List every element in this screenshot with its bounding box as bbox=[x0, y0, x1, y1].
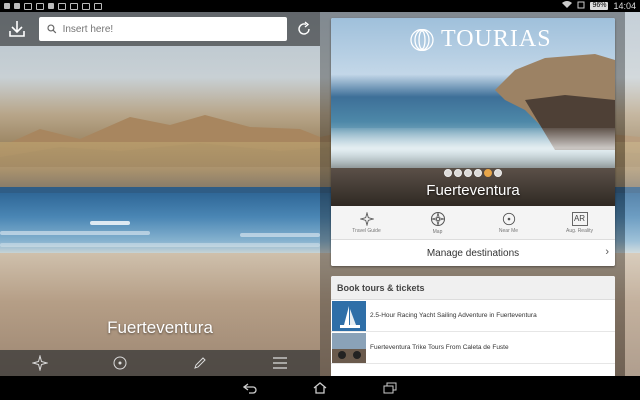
carousel-dot[interactable] bbox=[444, 169, 452, 177]
back-button[interactable] bbox=[239, 379, 261, 397]
target-icon bbox=[502, 212, 515, 225]
notification-icons bbox=[4, 2, 102, 10]
refresh-button[interactable] bbox=[295, 18, 314, 40]
chevron-right-icon: › bbox=[605, 246, 609, 258]
travel-guide-button[interactable]: Travel Guide bbox=[335, 206, 399, 239]
destination-title: Fuerteventura bbox=[107, 318, 213, 337]
status-bar: 96% 14:04 bbox=[0, 0, 640, 12]
recent-apps-button[interactable] bbox=[379, 379, 401, 397]
augmented-reality-button[interactable]: AR Aug. Reality bbox=[548, 206, 612, 239]
system-navigation-bar bbox=[0, 376, 640, 400]
wave bbox=[90, 221, 130, 225]
near-me-button[interactable]: Near Me bbox=[477, 206, 541, 239]
carousel-dot[interactable] bbox=[494, 169, 502, 177]
refresh-icon bbox=[298, 21, 311, 35]
system-indicators: 96% 14:04 bbox=[562, 1, 636, 11]
next-page-peek[interactable] bbox=[625, 12, 640, 376]
card-destination-title: Fuerteventura bbox=[426, 182, 520, 199]
brand-name: TOURIAS bbox=[441, 26, 552, 52]
manage-destinations-label: Manage destinations bbox=[426, 247, 520, 259]
recent-apps-icon bbox=[383, 382, 397, 394]
notification-icon bbox=[14, 3, 20, 9]
near-me-label: Near Me bbox=[498, 227, 519, 234]
carousel-dot-active[interactable] bbox=[484, 169, 492, 177]
battery-indicator: 96% bbox=[590, 2, 609, 10]
carousel-dot[interactable] bbox=[454, 169, 462, 177]
destination-card: TOURIAS Fuerteventura Travel Guide Map N… bbox=[331, 18, 615, 266]
media-icon bbox=[82, 2, 90, 10]
target-icon bbox=[113, 356, 127, 370]
carousel-indicator bbox=[444, 169, 502, 177]
menu-button[interactable] bbox=[265, 352, 295, 374]
tour-item[interactable]: Fuerteventura Trike Tours From Caleta de… bbox=[331, 332, 615, 364]
pen-icon bbox=[194, 357, 206, 369]
trike-thumbnail bbox=[332, 332, 366, 363]
app-root: 96% 14:04 Insert here! Fuerteventura TOU… bbox=[0, 0, 640, 400]
screenshot-icon bbox=[94, 2, 102, 10]
wave bbox=[0, 243, 320, 247]
search-box[interactable] bbox=[38, 17, 287, 41]
surf-foam bbox=[331, 128, 615, 168]
picture-icon bbox=[70, 2, 78, 10]
back-icon bbox=[243, 383, 257, 394]
bottom-toolbar bbox=[0, 350, 320, 376]
tourias-logo: TOURIAS bbox=[409, 26, 552, 53]
gallery-icon bbox=[36, 2, 44, 10]
tour-title: 2.5-Hour Racing Yacht Sailing Adventure … bbox=[370, 312, 537, 319]
compass-icon bbox=[430, 211, 445, 226]
favorites-button[interactable] bbox=[25, 352, 55, 374]
travel-guide-label: Travel Guide bbox=[352, 227, 381, 234]
ar-icon: AR bbox=[571, 211, 588, 226]
carousel-dot[interactable] bbox=[464, 169, 472, 177]
star-icon bbox=[32, 355, 48, 371]
tours-header: Book tours & tickets bbox=[331, 276, 615, 300]
location-button[interactable] bbox=[105, 352, 135, 374]
star-icon bbox=[359, 211, 374, 226]
usb-icon bbox=[4, 3, 10, 9]
search-toolbar bbox=[0, 12, 320, 46]
manage-destinations-button[interactable]: Manage destinations › bbox=[331, 240, 615, 266]
search-icon bbox=[47, 24, 57, 34]
tour-item[interactable]: 2.5-Hour Racing Yacht Sailing Adventure … bbox=[331, 300, 615, 332]
clock: 14:04 bbox=[613, 1, 636, 11]
wave bbox=[240, 233, 320, 237]
android-icon bbox=[48, 3, 54, 9]
tourias-logo-icon bbox=[410, 28, 434, 51]
tour-title: Fuerteventura Trike Tours From Caleta de… bbox=[370, 344, 509, 351]
yacht-thumbnail bbox=[332, 300, 366, 331]
screen-lock-icon bbox=[577, 1, 585, 11]
augmented-reality-label: Aug. Reality bbox=[566, 227, 593, 234]
map-button[interactable]: Map bbox=[406, 206, 470, 239]
home-button[interactable] bbox=[309, 379, 331, 397]
edit-button[interactable] bbox=[185, 352, 215, 374]
download-icon bbox=[9, 21, 26, 37]
photo-icon bbox=[58, 2, 66, 10]
search-input[interactable] bbox=[62, 23, 279, 35]
hamburger-icon bbox=[273, 357, 287, 369]
tours-panel: Book tours & tickets 2.5-Hour Racing Yac… bbox=[331, 276, 615, 376]
feature-nav: Travel Guide Map Near Me AR Aug. Reality bbox=[331, 206, 615, 240]
image-icon bbox=[24, 2, 32, 10]
wave bbox=[0, 231, 150, 235]
download-button[interactable] bbox=[6, 16, 29, 42]
carousel-dot[interactable] bbox=[474, 169, 482, 177]
home-icon bbox=[313, 382, 327, 394]
map-label: Map bbox=[432, 228, 443, 235]
wifi-icon bbox=[562, 1, 573, 11]
destination-card-image[interactable]: TOURIAS Fuerteventura bbox=[331, 18, 615, 206]
